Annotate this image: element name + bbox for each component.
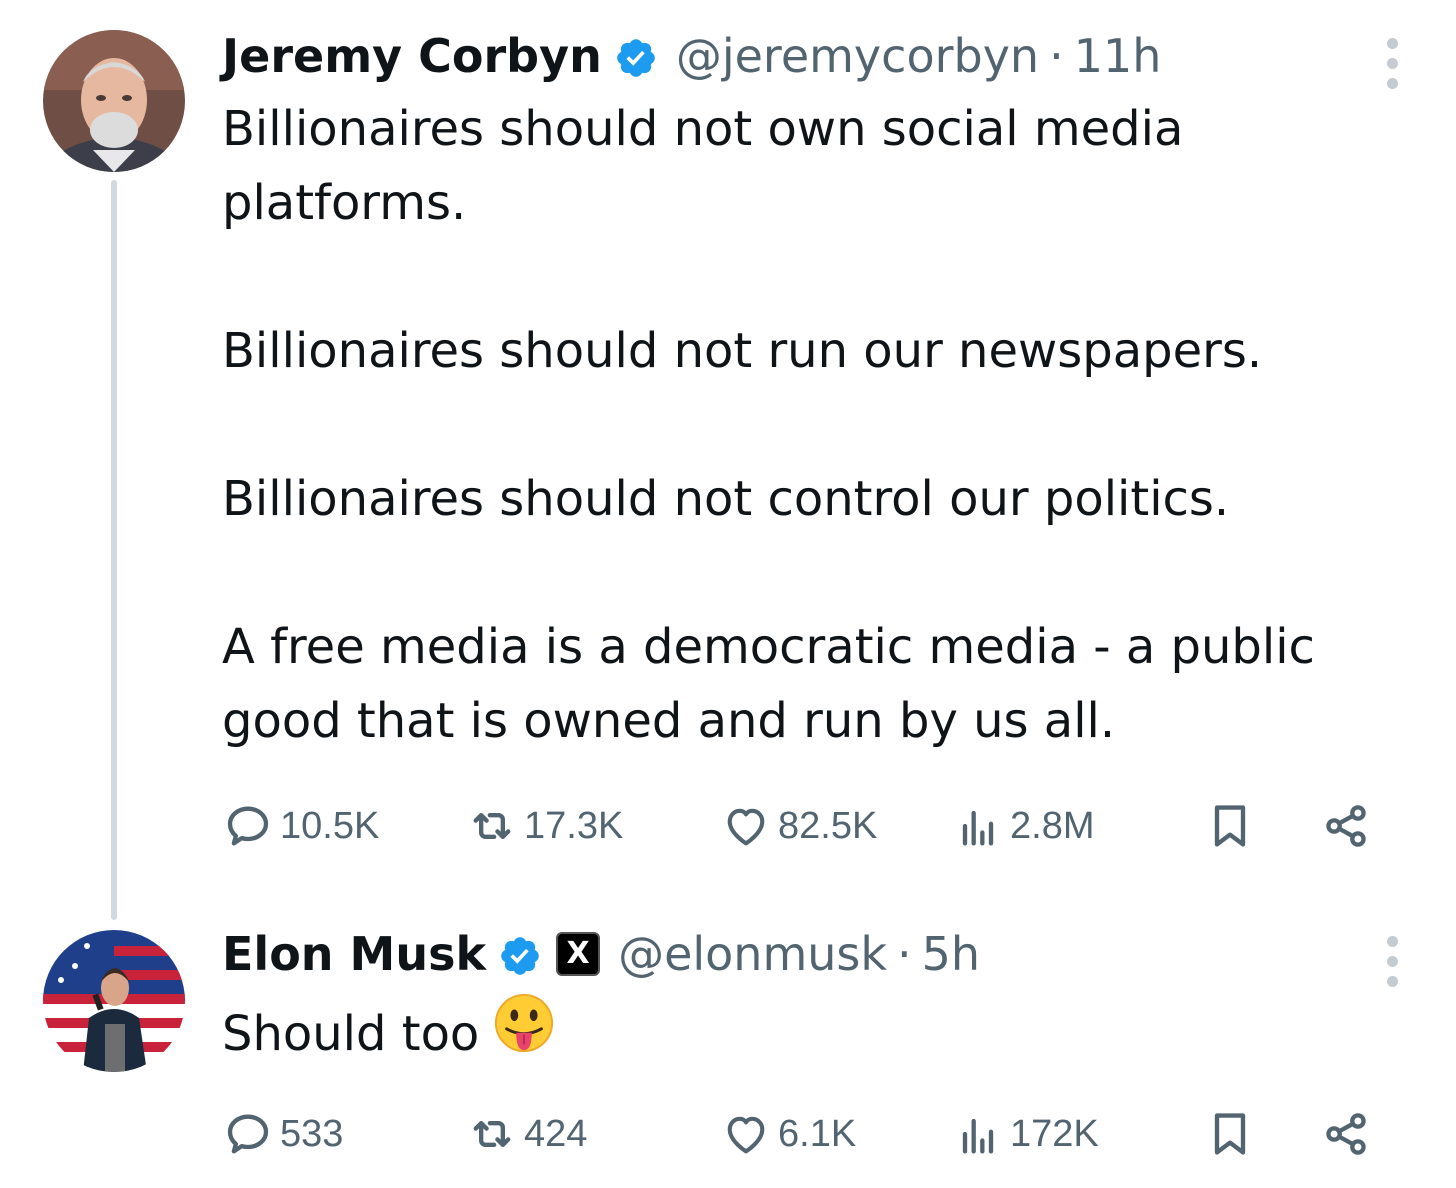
more-icon[interactable] [1382, 38, 1402, 89]
like-count: 6.1K [778, 1112, 857, 1155]
repost-icon [473, 1121, 511, 1147]
affiliate-x-badge[interactable]: X [556, 932, 601, 976]
reply-count: 533 [280, 1112, 344, 1155]
tweet-text-content: Should too [222, 1005, 480, 1062]
face-with-tongue-icon [493, 992, 555, 1075]
tweet-paragraph: A free media is a democratic media - a p… [222, 619, 1315, 749]
tweet-paragraph: Should too [222, 992, 1402, 1075]
like-button[interactable]: 6.1K [720, 1104, 856, 1164]
like-button[interactable]: 82.5K [720, 796, 877, 856]
like-count: 82.5K [778, 804, 878, 847]
views-icon [962, 1118, 994, 1154]
separator-dot: · [897, 927, 912, 981]
tweet-paragraph: Billionaires should not own social media… [222, 101, 1184, 231]
heart-icon [727, 808, 765, 846]
tweet-paragraph: Billionaires should not control our poli… [222, 471, 1230, 527]
share-button[interactable] [1320, 1104, 1378, 1164]
separator-dot: · [1049, 29, 1064, 83]
bookmark-button[interactable] [1204, 1104, 1262, 1164]
reply-button[interactable]: 533 [222, 1104, 343, 1164]
tweet-header: Elon Musk X @elonmusk · 5h [222, 924, 980, 984]
timestamp[interactable]: 5h [922, 924, 980, 984]
repost-count: 424 [524, 1112, 588, 1155]
tweet-header: Jeremy Corbyn @jeremycorbyn · 11h [222, 26, 1161, 86]
repost-button[interactable]: 424 [466, 1104, 587, 1164]
avatar[interactable] [43, 30, 185, 172]
reply-count: 10.5K [280, 804, 380, 847]
tweet-text: Should too [222, 992, 1402, 1075]
avatar-image [43, 30, 185, 172]
view-count: 172K [1010, 1112, 1099, 1155]
bookmark-button[interactable] [1204, 796, 1262, 856]
thread-connector [111, 180, 117, 920]
share-icon [1326, 1113, 1366, 1155]
reply-icon [227, 806, 269, 846]
share-icon [1326, 805, 1366, 847]
author-handle[interactable]: @jeremycorbyn [676, 26, 1039, 86]
views-button[interactable]: 2.8M [952, 796, 1094, 856]
author-name[interactable]: Jeremy Corbyn [222, 26, 602, 86]
view-count: 2.8M [1010, 804, 1095, 847]
verified-badge-icon[interactable] [498, 932, 542, 976]
heart-icon [727, 1116, 765, 1154]
action-bar: 533 424 6.1K 172K [222, 1104, 1382, 1164]
tweet-text: Billionaires should not own social media… [222, 92, 1402, 758]
avatar[interactable] [43, 930, 185, 1072]
views-icon [962, 810, 994, 846]
repost-icon [473, 813, 511, 839]
reply-button[interactable]: 10.5K [222, 796, 379, 856]
reply-icon [227, 1114, 269, 1154]
repost-button[interactable]: 17.3K [466, 796, 623, 856]
action-bar: 10.5K 17.3K 82.5K 2.8M [222, 796, 1382, 856]
author-name[interactable]: Elon Musk [222, 924, 486, 984]
timestamp[interactable]: 11h [1074, 26, 1162, 86]
repost-count: 17.3K [524, 804, 624, 847]
views-button[interactable]: 172K [952, 1104, 1099, 1164]
avatar-image [43, 930, 185, 1072]
more-icon[interactable] [1382, 936, 1402, 987]
bookmark-icon [1214, 805, 1246, 847]
share-button[interactable] [1320, 796, 1378, 856]
bookmark-icon [1214, 1113, 1246, 1155]
verified-badge-icon[interactable] [614, 34, 658, 78]
author-handle[interactable]: @elonmusk [618, 924, 887, 984]
tweet-paragraph: Billionaires should not run our newspape… [222, 323, 1263, 379]
